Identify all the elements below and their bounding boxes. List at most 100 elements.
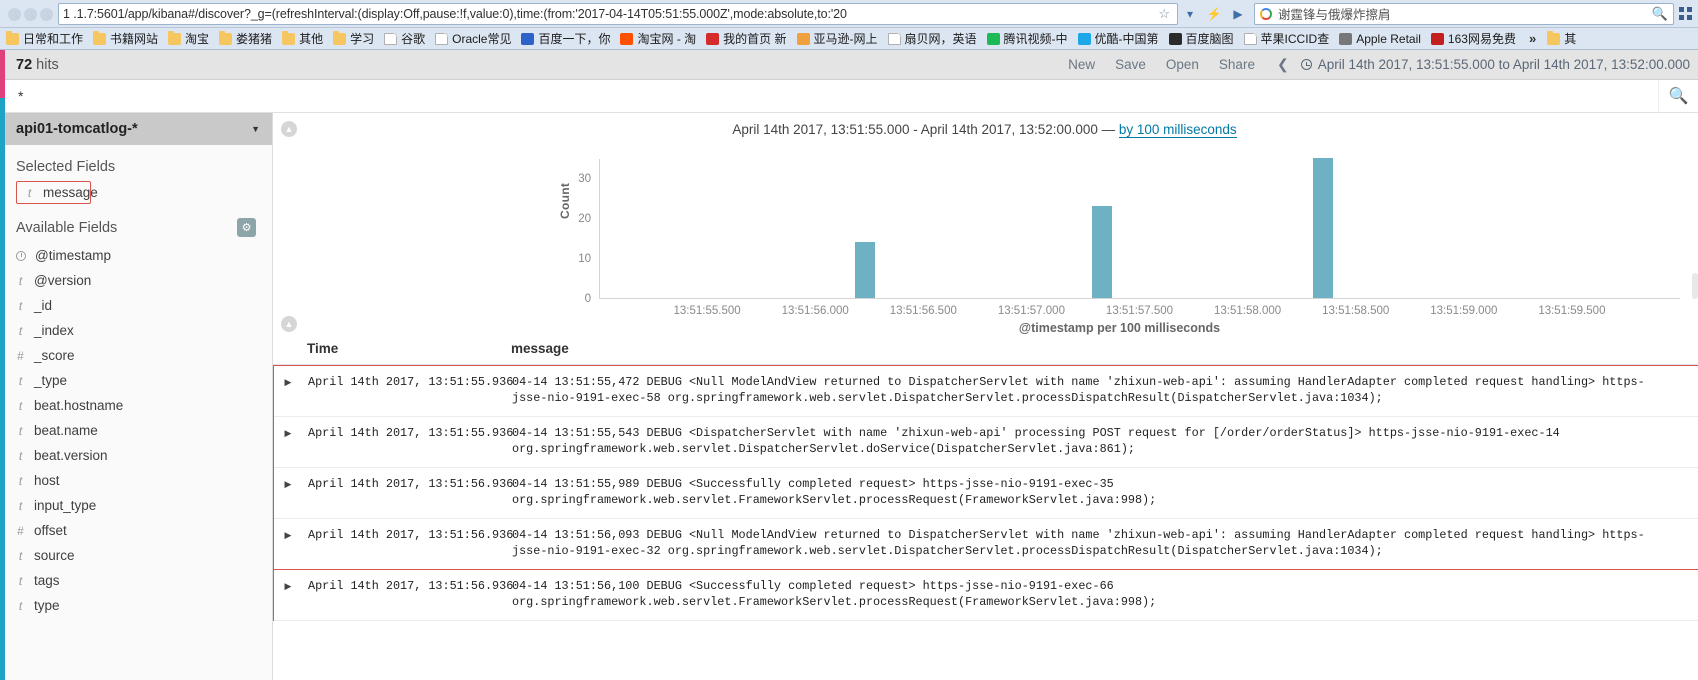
- expand-row-icon[interactable]: ▶: [274, 578, 302, 610]
- field-item-source[interactable]: t source: [0, 543, 272, 568]
- field-item-score[interactable]: # _score: [0, 343, 272, 368]
- bookmark-item[interactable]: 娄猪猪: [215, 29, 278, 49]
- bookmark-item[interactable]: 日常和工作: [2, 29, 89, 49]
- nav-save[interactable]: Save: [1115, 57, 1146, 72]
- bookmarks-overflow-icon[interactable]: »: [1522, 31, 1543, 46]
- bookmark-item[interactable]: 书籍网站: [89, 29, 164, 49]
- bookmark-label: 163网易免费: [1447, 31, 1516, 46]
- apps-grid-icon[interactable]: [1674, 3, 1696, 25]
- table-row[interactable]: ▶ April 14th 2017, 13:51:55.936 04-14 13:5…: [274, 365, 1698, 417]
- field-item-beatname[interactable]: t beat.name: [0, 418, 272, 443]
- row-message: 04-14 13:51:55,472 DEBUG <Null ModelAndV…: [507, 374, 1698, 406]
- bookmark-label: 苹果ICCID查: [1260, 31, 1330, 46]
- field-item-type[interactable]: t _type: [0, 368, 272, 393]
- bookmark-item[interactable]: 百度一下，你: [517, 29, 616, 49]
- column-header-message[interactable]: message: [506, 341, 1698, 356]
- row-message-line: 04-14 13:51:55,472 DEBUG <Null ModelAndV…: [512, 375, 1645, 389]
- interval-link[interactable]: by 100 milliseconds: [1118, 121, 1237, 138]
- histogram-bar[interactable]: [1312, 158, 1333, 298]
- bookmark-label: 学习: [350, 31, 375, 46]
- bookmark-label: Oracle常见: [452, 31, 512, 46]
- bookmark-label: 书籍网站: [110, 31, 159, 46]
- field-item-index[interactable]: t _index: [0, 318, 272, 343]
- expand-row-icon[interactable]: ▶: [274, 374, 302, 406]
- gear-icon[interactable]: ⚙: [237, 218, 256, 237]
- expand-row-icon[interactable]: ▶: [274, 476, 302, 508]
- bookmark-item[interactable]: Apple Retail: [1335, 29, 1427, 49]
- bookmark-label: 娄猪猪: [236, 31, 273, 46]
- expand-chart-icon[interactable]: ▲: [281, 316, 297, 332]
- bookmark-item[interactable]: Oracle常见: [431, 29, 517, 49]
- bookmark-label: 百度一下，你: [538, 31, 611, 46]
- bookmark-item[interactable]: 我的首页 新: [702, 29, 792, 49]
- vertical-scrollbar[interactable]: [1692, 273, 1698, 299]
- histogram-bar[interactable]: [854, 242, 875, 298]
- address-bar[interactable]: 1 .1.7:5601/app/kibana#/discover?_g=(ref…: [58, 2, 1178, 25]
- field-item-timestamp[interactable]: @timestamp: [0, 243, 272, 268]
- bookmark-item[interactable]: 苹果ICCID查: [1240, 29, 1336, 49]
- nav-share[interactable]: Share: [1219, 57, 1255, 72]
- field-name: _id: [34, 298, 53, 313]
- chevron-down-icon[interactable]: ▼: [251, 124, 260, 134]
- table-row[interactable]: ▶ April 14th 2017, 13:51:56.936 04-14 13:5…: [274, 468, 1698, 519]
- bookmark-star-icon[interactable]: ☆: [1155, 6, 1173, 22]
- search-input[interactable]: [16, 87, 1658, 105]
- time-picker[interactable]: April 14th 2017, 13:51:55.000 to April 1…: [1300, 57, 1690, 72]
- field-item-version[interactable]: t @version: [0, 268, 272, 293]
- table-row[interactable]: ▶ April 14th 2017, 13:51:55.936 04-14 13:5…: [274, 417, 1698, 468]
- available-field-list: @timestamp t @version t _id t _index # _score t _t…: [0, 243, 272, 618]
- expand-row-icon[interactable]: ▶: [274, 425, 302, 457]
- field-item-beathostname[interactable]: t beat.hostname: [0, 393, 272, 418]
- row-time: April 14th 2017, 13:51:56.936: [308, 477, 514, 491]
- bookmark-item[interactable]: 其他: [278, 29, 329, 49]
- expand-row-icon[interactable]: ▶: [274, 527, 302, 559]
- query-submit-button[interactable]: 🔍: [1658, 79, 1698, 113]
- play-icon[interactable]: ▶: [1226, 2, 1250, 26]
- search-bar[interactable]: 谢霆锋与俄爆炸擦肩 🔍: [1254, 2, 1674, 25]
- bookmark-item[interactable]: 其: [1543, 29, 1582, 49]
- field-item-inputtype[interactable]: t input_type: [0, 493, 272, 518]
- hits-count: 72 hits: [16, 57, 59, 73]
- bookmark-item[interactable]: 淘宝: [164, 29, 215, 49]
- bookmark-item[interactable]: 谷歌: [380, 29, 431, 49]
- field-item-type[interactable]: t type: [0, 593, 272, 618]
- field-name: type: [34, 598, 60, 613]
- table-row[interactable]: ▶ April 14th 2017, 13:51:56.936 04-14 13:5…: [274, 519, 1698, 570]
- index-pattern-selector[interactable]: api01-tomcatlog-* ▼: [0, 113, 272, 145]
- bookmark-item[interactable]: 淘宝网 - 淘: [616, 29, 702, 49]
- field-item-tags[interactable]: t tags: [0, 568, 272, 593]
- field-name: _type: [34, 373, 68, 388]
- field-item-offset[interactable]: # offset: [0, 518, 272, 543]
- bookmark-item[interactable]: 优酷-中国第: [1074, 29, 1165, 49]
- chart-header: ▲ April 14th 2017, 13:51:55.000 - April …: [273, 113, 1698, 139]
- site-favicon-icon: [796, 32, 810, 45]
- string-field-icon: t: [18, 573, 23, 588]
- field-item-id[interactable]: t _id: [0, 293, 272, 318]
- field-item-host[interactable]: t host: [0, 468, 272, 493]
- chevron-left-icon[interactable]: ❮: [1275, 56, 1291, 73]
- row-message-line: jsse-nio-9191-exec-58 org.springframewor…: [512, 391, 1383, 405]
- bookmark-item[interactable]: 亚马逊-网上: [793, 29, 884, 49]
- bookmark-label: 百度脑图: [1185, 31, 1234, 46]
- field-item-beatversion[interactable]: t beat.version: [0, 443, 272, 468]
- bookmark-item[interactable]: 学习: [329, 29, 380, 49]
- y-tick-label: 20: [578, 213, 591, 225]
- field-item-message[interactable]: t message: [16, 181, 98, 204]
- folder-icon: [333, 30, 347, 45]
- table-row[interactable]: ▶ April 14th 2017, 13:51:56.936 04-14 13:5…: [274, 570, 1698, 621]
- bookmark-item[interactable]: 百度脑图: [1165, 29, 1240, 49]
- histogram-chart: Count 0 10 20 30 13:51:55.500 13:51:56.000 13…: [273, 145, 1698, 345]
- bookmark-item[interactable]: 腾讯视频-中: [983, 29, 1074, 49]
- tab-strip-remnant: [2, 0, 58, 28]
- histogram-bar[interactable]: [1092, 206, 1113, 298]
- lightning-icon[interactable]: ⚡: [1202, 2, 1226, 26]
- column-header-time[interactable]: Time: [301, 341, 506, 356]
- bookmark-item[interactable]: 扇贝网，英语: [884, 29, 983, 49]
- nav-new[interactable]: New: [1068, 57, 1095, 72]
- nav-open[interactable]: Open: [1166, 57, 1199, 72]
- search-icon[interactable]: 🔍: [1652, 6, 1668, 22]
- browser-window: 1 .1.7:5601/app/kibana#/discover?_g=(ref…: [0, 0, 1698, 680]
- address-dropdown-icon[interactable]: ▾: [1178, 2, 1202, 26]
- kibana-nav: New Save Open Share ❮: [1068, 56, 1291, 73]
- bookmark-item[interactable]: 163网易免费: [1427, 29, 1522, 49]
